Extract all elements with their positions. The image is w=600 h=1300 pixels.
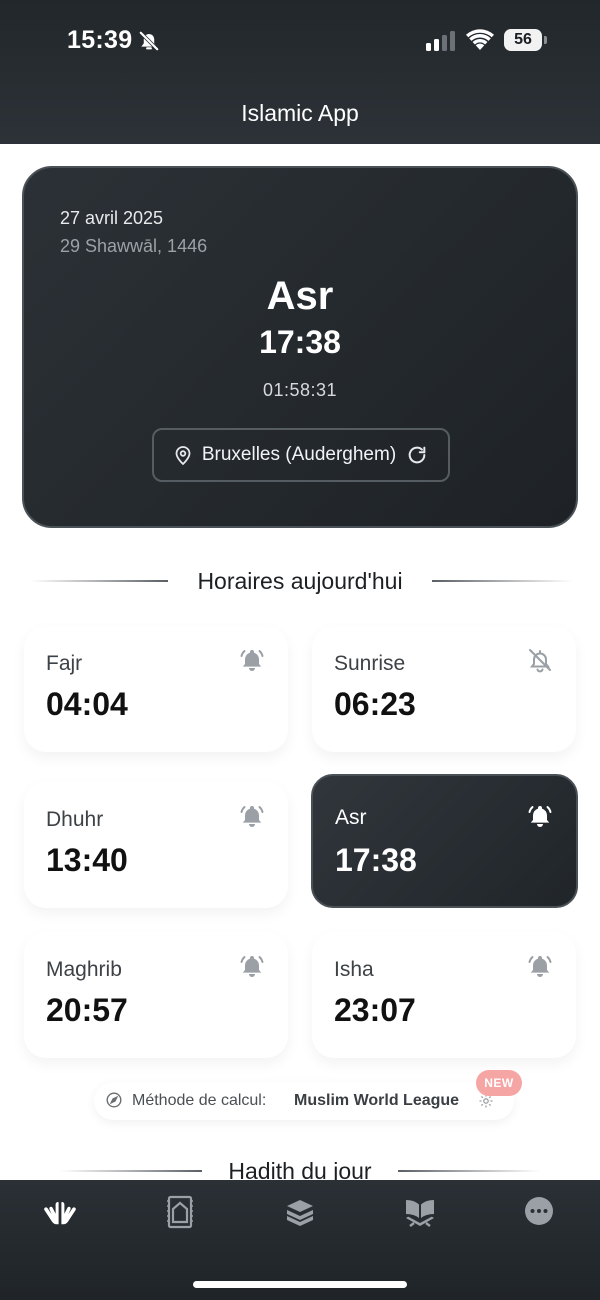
prayer-name: Sunrise [334,652,406,675]
bell-icon[interactable] [526,952,554,980]
prayer-time: 23:07 [334,992,416,1028]
bell-icon[interactable] [526,802,554,830]
bell-icon[interactable] [238,802,266,830]
location-label: Bruxelles (Auderghem) [201,444,397,465]
prayer-time: 20:57 [46,992,128,1028]
prayer-time: 06:23 [334,686,416,722]
next-prayer-card: 27 avril 2025 29 Shawwāl, 1446 Asr 17:38… [22,166,578,528]
next-prayer-time: 17:38 [259,324,341,360]
bell-off-icon[interactable] [526,646,554,674]
divider-right [398,1170,540,1172]
battery-indicator: 56 [504,29,542,51]
more-icon[interactable] [519,1194,559,1230]
battery-tip [544,36,547,44]
quran-stand-icon[interactable] [400,1194,440,1230]
book-stack-icon[interactable] [280,1194,320,1230]
prayer-card-asr[interactable]: Asr 17:38 [311,774,578,908]
new-badge: NEW [476,1070,522,1096]
app-header: 15:39 56 Islamic App [0,0,600,144]
wifi-icon [466,29,494,50]
location-pin-icon [175,446,191,465]
divider-right [432,580,572,582]
praying-hands-icon[interactable] [40,1194,80,1230]
countdown-timer: 01:58:31 [262,380,338,400]
prayer-name: Fajr [46,652,83,675]
calculation-method-button[interactable]: Méthode de calcul: Muslim World League [94,1082,514,1120]
location-button[interactable]: Bruxelles (Auderghem) [152,428,450,482]
bell-icon[interactable] [238,646,266,674]
prayer-card-fajr[interactable]: Fajr 04:04 [24,626,288,752]
compass-icon [106,1092,122,1108]
prayer-name: Isha [334,958,374,981]
method-value: Muslim World League [294,1092,460,1109]
bell-off-icon [138,30,160,52]
prayer-card-dhuhr[interactable]: Dhuhr 13:40 [24,782,288,908]
prayer-card-isha[interactable]: Isha 23:07 [312,932,576,1058]
signal-icon [426,31,455,51]
bell-icon[interactable] [238,952,266,980]
prayer-rug-icon[interactable] [160,1194,200,1230]
status-time: 15:39 [67,26,133,54]
prayer-name: Maghrib [46,958,122,981]
prayer-name: Dhuhr [46,808,104,831]
prayer-name: Asr [335,806,367,829]
prayer-time: 17:38 [335,842,417,878]
app-title: Islamic App [241,100,359,126]
next-prayer-name: Asr [266,274,334,318]
home-indicator[interactable] [193,1281,407,1288]
prayer-time: 04:04 [46,686,128,722]
gregorian-date: 27 avril 2025 [60,208,164,228]
hijri-date: 29 Shawwāl, 1446 [60,236,208,256]
method-label: Méthode de calcul: [132,1092,267,1109]
prayer-card-sunrise[interactable]: Sunrise 06:23 [312,626,576,752]
status-bar: 15:39 56 [0,0,600,80]
prayer-card-maghrib[interactable]: Maghrib 20:57 [24,932,288,1058]
prayer-time: 13:40 [46,842,128,878]
refresh-icon[interactable] [406,444,428,466]
